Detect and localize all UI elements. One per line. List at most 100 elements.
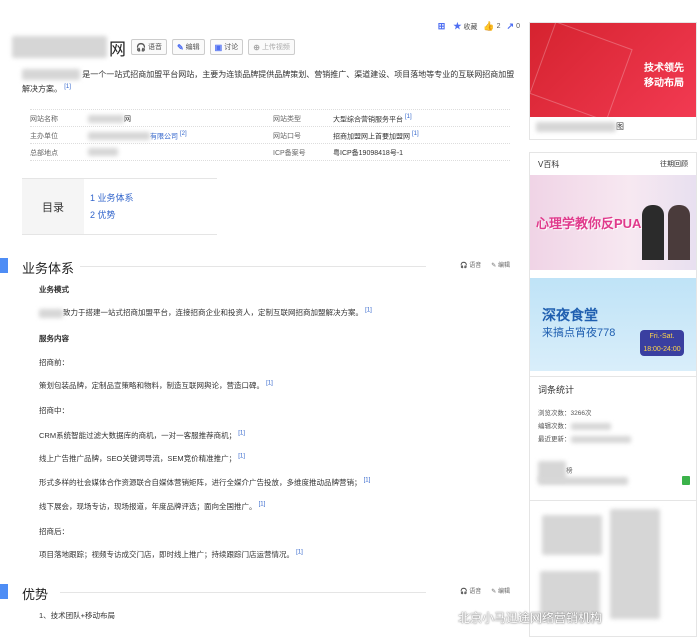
section-header-advantage: 优势 🎧 语音 ✎ 编辑 xyxy=(0,584,516,602)
upload-video-button[interactable]: ⊕ 上传视频 xyxy=(248,39,295,55)
info-value-text: 网 xyxy=(124,116,131,123)
redacted-block xyxy=(610,509,660,619)
info-box: 网站名称 网 网站类型 大型综合营销服务平台 [1] 主办单位 有限公司 [2]… xyxy=(30,109,510,161)
info-row: 网站名称 网 网站类型 大型综合营销服务平台 [1] xyxy=(30,110,510,127)
line-text: 招商前： xyxy=(39,358,69,367)
citation-link[interactable]: [1] xyxy=(412,131,419,137)
banner-sign: Fri.-Sat. 18:00-24:00 xyxy=(640,330,684,356)
subheading-mode: 业务模式 xyxy=(39,285,69,294)
section-header-business: 业务体系 🎧 语音 ✎ 编辑 xyxy=(0,258,516,276)
banner-title: 心理学教你反PUA xyxy=(536,216,642,231)
contributor-detail xyxy=(538,477,628,485)
like-button[interactable]: 👍 2 xyxy=(483,21,500,32)
line-text: 招商中： xyxy=(39,406,69,415)
network-graphic xyxy=(530,23,633,117)
section-accent-bar xyxy=(0,258,8,273)
favorite-label: 收藏 xyxy=(463,23,478,31)
edit-label: 编辑 xyxy=(185,44,200,51)
content-line: 招商中： xyxy=(39,405,69,416)
info-key: 网站名称 xyxy=(30,116,58,123)
content-line: 策划包装品牌，定制品宣策略和物料，制造互联网舆论，营造口碑。 [1] xyxy=(39,380,273,391)
content-line: CRM系统智能过滤大数据库的商机，一对一客服推荐商机； [1] xyxy=(39,430,245,441)
article-main: ⊞ ★ 收藏 👍 2 ↗ 0 网 🎧 语音 ✎ 编辑 ▣ 讨论 ⊕ 上传视频 是一个一站式招商… xyxy=(0,0,522,635)
vbaike-card: V百科 往期回顾 心理学教你反PUA 深夜食堂 来搞点宵夜778 Fri.-Sa… xyxy=(529,152,697,490)
toc-item-business[interactable]: 1 业务体系 xyxy=(90,191,134,204)
line-text: 项目落地跟踪；视频专访成交门店，即时线上推广；持续跟踪门店运营情况。 xyxy=(39,550,294,559)
add-icon[interactable]: ⊞ xyxy=(438,21,448,32)
ad-title-line1: 技术领先 xyxy=(644,63,684,74)
stats-views: 浏览次数：3266次 xyxy=(538,410,592,417)
table-of-contents: 目录 1 业务体系 2 优势 xyxy=(22,178,217,235)
info-key: 网站口号 xyxy=(273,133,301,140)
citation-link[interactable]: [1] xyxy=(259,502,266,508)
line-text: CRM系统智能过滤大数据库的商机，一对一客服推荐商机； xyxy=(39,431,237,440)
content-line: 招商后： xyxy=(39,526,69,537)
stats-updated: 最近更新： xyxy=(538,433,631,443)
line-text: 线上广告推广品牌，SEO关键词导流，SEM竞价精准推广； xyxy=(39,454,237,463)
vbaike-banner-food[interactable]: 深夜食堂 来搞点宵夜778 Fri.-Sat. 18:00-24:00 xyxy=(530,278,696,490)
watermark: 北京小马迅途网络营销机构 xyxy=(458,611,603,625)
summary: 是一个一站式招商加盟平台网站，主要为连锁品牌提供品牌策划、营销推广、渠道建设、项… xyxy=(22,68,517,96)
info-value-link[interactable]: 有限公司 xyxy=(150,133,178,140)
stats-updated-label: 最近更新： xyxy=(538,436,571,443)
share-count: 0 xyxy=(516,23,520,30)
presenter-figure xyxy=(668,205,690,260)
banner-title: 深夜食堂 xyxy=(542,307,598,323)
line-text: 策划包装品牌，定制品宣策略和物料，制造互联网舆论，营造口碑。 xyxy=(39,381,264,390)
title-text: 网 xyxy=(109,39,126,59)
content-line: 线上广告推广品牌，SEO关键词导流，SEM竞价精准推广； [1] xyxy=(39,453,245,464)
section-edit-button[interactable]: ✎ 编辑 xyxy=(491,586,510,595)
citation-link[interactable]: [1] xyxy=(296,550,303,556)
info-key: ICP备案号 xyxy=(273,150,306,157)
presenter-figure xyxy=(642,205,664,260)
citation-link[interactable]: [2] xyxy=(180,131,187,137)
section-title: 业务体系 xyxy=(22,261,75,276)
citation-link[interactable]: [1] xyxy=(238,454,245,460)
edit-button[interactable]: ✎ 编辑 xyxy=(171,39,205,55)
content-line: 招商前： xyxy=(39,357,69,368)
discuss-label: 讨论 xyxy=(224,44,239,51)
citation-link[interactable]: [1] xyxy=(405,114,412,120)
line-text: 形式多样的社会媒体合作资源联合自媒体营销矩阵，进行全媒介广告投放，多维度推动品牌… xyxy=(39,478,362,487)
info-value: 大型综合营销服务平台 [1] xyxy=(333,114,412,124)
info-value: 有限公司 [2] xyxy=(88,131,187,141)
section-tools: 🎧 语音 ✎ 编辑 xyxy=(450,260,510,269)
line-text: 线下展会，现场专访，现场报道，年度品牌评选；面向全国推广。 xyxy=(39,502,257,511)
favorite-button[interactable]: ★ 收藏 xyxy=(453,21,477,32)
voice-button[interactable]: 🎧 语音 xyxy=(131,39,167,55)
info-value-text: 粤ICP备19098418号-1 xyxy=(333,150,404,157)
citation-link[interactable]: [1] xyxy=(266,381,273,387)
vbaike-history-link[interactable]: 往期回顾 xyxy=(660,159,688,169)
citation-link[interactable]: [1] xyxy=(238,431,245,437)
section-voice-button[interactable]: 🎧 语音 xyxy=(460,586,481,595)
banner-subtitle: 来搞点宵夜778 xyxy=(542,327,616,339)
share-icon[interactable] xyxy=(682,476,690,485)
pencil-icon: ✎ xyxy=(176,42,184,52)
section-divider xyxy=(60,592,426,593)
section-edit-label: 编辑 xyxy=(497,263,510,269)
ad-caption-text: 图 xyxy=(616,122,624,131)
info-key: 总部地点 xyxy=(30,150,58,157)
citation-link[interactable]: [1] xyxy=(365,308,372,314)
section-tools: 🎧 语音 ✎ 编辑 xyxy=(450,586,510,595)
vbaike-title: V百科 xyxy=(538,160,560,169)
vbaike-banner-psychology[interactable]: 心理学教你反PUA xyxy=(530,175,696,270)
like-count: 2 xyxy=(496,23,501,30)
info-row: 总部地点 ICP备案号 粤ICP备19098418号-1 xyxy=(30,144,510,161)
stats-edits-label: 编辑次数： xyxy=(538,423,571,430)
citation-link[interactable]: [1] xyxy=(64,84,71,90)
toc-item-advantage[interactable]: 2 优势 xyxy=(90,208,116,221)
voice-label: 语音 xyxy=(147,44,162,51)
section-voice-button[interactable]: 🎧 语音 xyxy=(460,260,481,269)
ad-caption[interactable]: 图 xyxy=(536,121,624,132)
share-button[interactable]: ↗ 0 xyxy=(507,21,520,32)
discuss-button[interactable]: ▣ 讨论 xyxy=(209,39,244,55)
citation-link[interactable]: [1] xyxy=(364,478,371,484)
info-value-text: 招商加盟网上首要加盟网 xyxy=(333,133,410,141)
stats-title: 词条统计 xyxy=(538,385,575,395)
mode-text: 致力于搭建一站式招商加盟平台，连接招商企业和投资人，定制互联网招商加盟解决方案。… xyxy=(39,307,372,318)
sidebar-ad[interactable]: 技术领先 移动布局 图 xyxy=(529,22,697,140)
section-edit-button[interactable]: ✎ 编辑 xyxy=(491,260,510,269)
page-title: 网 🎧 语音 ✎ 编辑 ▣ 讨论 ⊕ 上传视频 xyxy=(12,36,295,59)
info-key: 主办单位 xyxy=(30,133,58,140)
